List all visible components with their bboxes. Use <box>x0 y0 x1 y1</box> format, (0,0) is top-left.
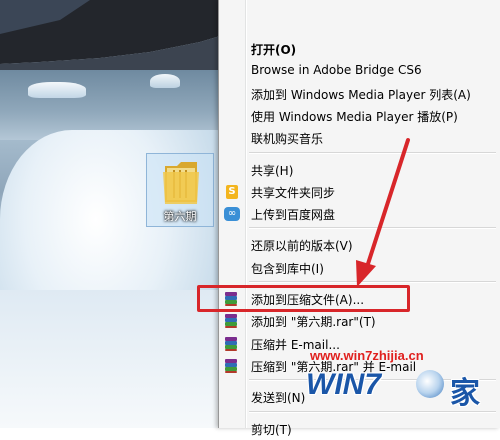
menu-item-label: 包含到库中(I) <box>251 261 324 276</box>
menu-item-open[interactable]: 打开(O) <box>219 38 500 60</box>
menu-item-label: Browse in Adobe Bridge CS6 <box>251 63 422 78</box>
menu-item-label: 联机购买音乐 <box>251 132 324 147</box>
menu-item-label: 添加到 Windows Media Player 列表(A) <box>251 87 471 102</box>
menu-item-buy-music[interactable]: 联机购买音乐 <box>219 127 500 149</box>
menu-item-label: 发送到(N) <box>251 391 306 406</box>
winrar-icon <box>224 358 240 375</box>
menu-separator <box>249 281 496 283</box>
menu-item-add-to-rar[interactable]: 添加到 "第六期.rar"(T) <box>219 310 500 332</box>
iceberg <box>150 74 180 88</box>
desktop-folder[interactable]: 第六期 <box>146 153 214 227</box>
menu-item-label: 剪切(T) <box>251 422 292 437</box>
baidu-cloud-icon: ∞ <box>224 207 240 223</box>
menu-item-label: 还原以前的版本(V) <box>251 239 353 254</box>
menu-item-add-wmp-list[interactable]: 添加到 Windows Media Player 列表(A) <box>219 83 500 105</box>
watermark-suffix: 家 <box>450 376 480 411</box>
menu-item-label: 添加到 "第六期.rar"(T) <box>251 315 376 330</box>
menu-item-label: 打开(O) <box>251 43 297 57</box>
menu-separator <box>249 151 496 154</box>
windows-logo-icon <box>416 370 444 398</box>
menu-item-play-wmp[interactable]: 使用 Windows Media Player 播放(P) <box>219 105 500 127</box>
menu-item-shared-folder-sync[interactable]: S 共享文件夹同步 <box>219 181 500 203</box>
winrar-icon <box>224 314 240 330</box>
site-watermark: www.win7zhijia.cn WIN7 家 <box>300 348 500 428</box>
iceberg <box>28 82 86 98</box>
menu-item-share[interactable]: 共享(H) <box>219 159 500 181</box>
menu-item-include-library[interactable]: 包含到库中(I) <box>219 257 500 279</box>
menu-item-label: 使用 Windows Media Player 播放(P) <box>251 109 458 124</box>
menu-item-label: 共享(H) <box>251 163 294 178</box>
menu-item-label: 共享文件夹同步 <box>251 185 336 200</box>
menu-item-restore-versions[interactable]: 还原以前的版本(V) <box>219 234 500 256</box>
highlight-box <box>197 285 410 312</box>
folder-label: 第六期 <box>163 210 197 223</box>
menu-item-browse-bridge[interactable]: Browse in Adobe Bridge CS6 <box>219 60 500 82</box>
folder-icon <box>163 162 199 204</box>
menu-item-label: 上传到百度网盘 <box>251 208 336 223</box>
watermark-url: www.win7zhijia.cn <box>310 348 424 363</box>
sync-icon: S <box>224 184 240 201</box>
winrar-icon <box>224 336 240 353</box>
menu-separator <box>249 227 496 230</box>
watermark-logo-text: WIN7 <box>306 368 381 401</box>
menu-item-upload-baidu[interactable]: ∞ 上传到百度网盘 <box>219 203 500 225</box>
